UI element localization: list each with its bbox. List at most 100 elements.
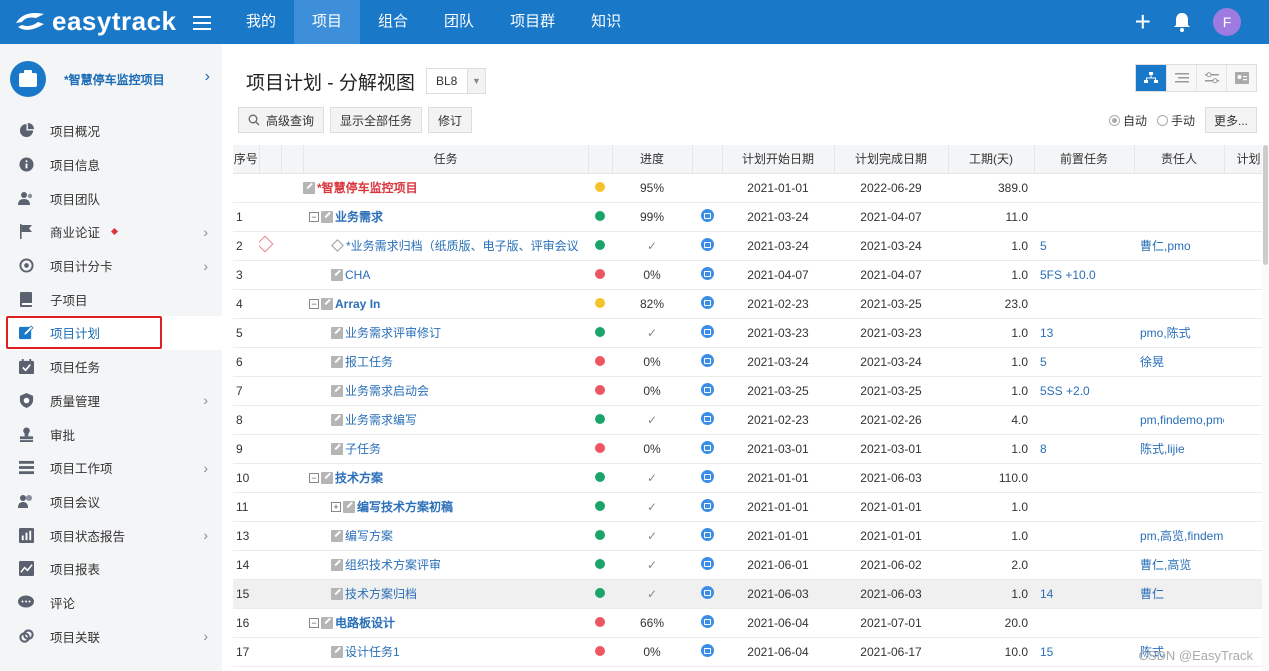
- task-name-link[interactable]: 编写技术方案初稿: [357, 498, 453, 515]
- baseline-select[interactable]: BL8 ▼: [426, 68, 486, 94]
- sidebar-item-3[interactable]: 商业论证 ›: [0, 215, 222, 249]
- col-end[interactable]: 计划完成日期: [834, 145, 949, 174]
- easytrack-logo[interactable]: easytrack: [14, 6, 177, 36]
- task-name-link[interactable]: 业务需求: [335, 208, 383, 225]
- schedule-type-icon[interactable]: [700, 614, 714, 628]
- predecessor-link[interactable]: [1034, 521, 1134, 551]
- col-progress[interactable]: 进度: [612, 145, 693, 174]
- table-row[interactable]: 1 − 业务需求 99% 2021-03-24 2021-04-07 11.0: [233, 202, 1269, 232]
- advanced-query-button[interactable]: 高级查询: [238, 107, 325, 133]
- sidebar-item-14[interactable]: 评论: [0, 586, 222, 620]
- schedule-type-icon[interactable]: [700, 643, 714, 657]
- sidebar-item-15[interactable]: 项目关联 ›: [0, 619, 222, 653]
- predecessor-link[interactable]: 5: [1034, 347, 1134, 377]
- owner-link[interactable]: [1134, 492, 1224, 522]
- collapse-icon[interactable]: −: [309, 211, 319, 222]
- predecessor-link[interactable]: [1034, 463, 1134, 493]
- sidebar-item-4[interactable]: 项目计分卡 ›: [0, 249, 222, 283]
- auto-radio[interactable]: 自动: [1108, 112, 1147, 129]
- task-cell[interactable]: 报工任务: [303, 347, 588, 377]
- user-avatar[interactable]: F: [1213, 8, 1241, 36]
- schedule-type-icon[interactable]: [700, 208, 714, 222]
- gantt-view-button[interactable]: [1196, 65, 1226, 91]
- task-cell[interactable]: − Array In: [303, 289, 588, 319]
- nav-item-0[interactable]: 我的: [228, 0, 294, 44]
- sidebar-item-0[interactable]: 项目概况: [0, 114, 222, 148]
- task-cell[interactable]: 组织技术方案评审: [303, 550, 588, 580]
- predecessor-link[interactable]: 14: [1034, 579, 1134, 609]
- task-cell[interactable]: − 业务需求: [303, 202, 588, 232]
- predecessor-link[interactable]: 13: [1034, 318, 1134, 348]
- list-view-button[interactable]: [1166, 65, 1196, 91]
- owner-link[interactable]: pm,高览,findemo: [1134, 521, 1224, 551]
- nav-item-2[interactable]: 组合: [360, 0, 426, 44]
- task-name-link[interactable]: 技术方案归档: [345, 585, 417, 602]
- collapse-icon[interactable]: −: [309, 617, 319, 628]
- task-name-link[interactable]: 业务需求编写: [345, 411, 417, 428]
- col-pred[interactable]: 前置任务: [1034, 145, 1135, 174]
- sidebar-item-10[interactable]: 项目工作项 ›: [0, 451, 222, 485]
- table-row[interactable]: 5 业务需求评审修订 ✓ 2021-03-23 2021-03-23 1.0 13 pmo,陈…: [233, 318, 1269, 348]
- owner-link[interactable]: [1134, 608, 1224, 638]
- predecessor-link[interactable]: 5: [1034, 231, 1134, 261]
- schedule-type-icon[interactable]: [700, 469, 714, 483]
- task-cell[interactable]: 设计任务1: [303, 637, 588, 667]
- table-row[interactable]: 10 − 技术方案 ✓ 2021-01-01 2021-06-03 110.0: [233, 463, 1269, 493]
- task-cell[interactable]: − 技术方案: [303, 463, 588, 493]
- task-name-link[interactable]: 业务需求评审修订: [345, 324, 441, 341]
- schedule-type-icon[interactable]: [700, 498, 714, 512]
- schedule-type-icon[interactable]: [700, 382, 714, 396]
- revise-button[interactable]: 修订: [428, 107, 473, 133]
- task-name-link[interactable]: 报工任务: [345, 353, 393, 370]
- schedule-type-icon[interactable]: [700, 585, 714, 599]
- task-cell[interactable]: 编写方案: [303, 521, 588, 551]
- task-name-link[interactable]: Array In: [335, 297, 380, 311]
- task-cell[interactable]: 业务需求编写: [303, 405, 588, 435]
- project-header[interactable]: *智慧停车监控项目 ›: [0, 44, 222, 114]
- collapse-icon[interactable]: −: [309, 298, 319, 309]
- predecessor-link[interactable]: [1034, 550, 1134, 580]
- table-row[interactable]: 2 *业务需求归档（纸质版、电子版、评审会议 ✓ 2021-03-24 2021-03-…: [233, 231, 1269, 261]
- card-view-button[interactable]: [1226, 65, 1256, 91]
- owner-link[interactable]: [1134, 260, 1224, 290]
- col-start[interactable]: 计划开始日期: [722, 145, 835, 174]
- task-name-link[interactable]: 技术方案: [335, 469, 383, 486]
- col-task[interactable]: 任务: [303, 145, 589, 174]
- chevron-right-icon[interactable]: ›: [205, 68, 210, 86]
- table-row[interactable]: 8 业务需求编写 ✓ 2021-02-23 2021-02-26 4.0 pm,findem…: [233, 405, 1269, 435]
- owner-link[interactable]: [1134, 173, 1224, 203]
- task-cell[interactable]: 业务需求启动会: [303, 376, 588, 406]
- table-row[interactable]: *智慧停车监控项目 95% 2021-01-01 2022-06-29 389.0: [233, 173, 1269, 203]
- task-cell[interactable]: + 编写技术方案初稿: [303, 492, 588, 522]
- bell-icon[interactable]: [1173, 12, 1191, 32]
- schedule-type-icon[interactable]: [700, 440, 714, 454]
- sidebar-item-1[interactable]: 项目信息: [0, 148, 222, 182]
- menu-toggle-icon[interactable]: [193, 12, 211, 32]
- task-name-link[interactable]: *智慧停车监控项目: [317, 179, 418, 196]
- task-cell[interactable]: 技术方案归档: [303, 579, 588, 609]
- schedule-type-icon[interactable]: [700, 556, 714, 570]
- sidebar-item-12[interactable]: 项目状态报告 ›: [0, 518, 222, 552]
- plus-icon[interactable]: +: [1135, 8, 1151, 36]
- table-row[interactable]: 13 编写方案 ✓ 2021-01-01 2021-01-01 1.0 pm,高览,find…: [233, 521, 1269, 551]
- table-row[interactable]: 16 − 电路板设计 66% 2021-06-04 2021-07-01 20.0: [233, 608, 1269, 638]
- task-cell[interactable]: *智慧停车监控项目: [303, 173, 588, 203]
- owner-link[interactable]: 曹仁,pmo: [1134, 231, 1224, 261]
- owner-link[interactable]: 徐晃: [1134, 347, 1224, 377]
- task-cell[interactable]: 业务需求评审修订: [303, 318, 588, 348]
- collapse-icon[interactable]: −: [309, 472, 319, 483]
- schedule-type-icon[interactable]: [700, 411, 714, 425]
- table-row[interactable]: 7 业务需求启动会 0% 2021-03-25 2021-03-25 1.0 5SS +2.…: [233, 376, 1269, 406]
- schedule-type-icon[interactable]: [700, 527, 714, 541]
- task-cell[interactable]: CHA: [303, 260, 588, 290]
- sidebar-item-13[interactable]: 项目报表: [0, 552, 222, 586]
- predecessor-link[interactable]: 15: [1034, 637, 1134, 667]
- owner-link[interactable]: [1134, 289, 1224, 319]
- task-name-link[interactable]: 电路板设计: [335, 614, 395, 631]
- sidebar-item-2[interactable]: 项目团队: [0, 181, 222, 215]
- sidebar-item-6[interactable]: 项目计划: [0, 316, 222, 350]
- grid-scrollbar[interactable]: [1262, 145, 1269, 671]
- wbs-view-button[interactable]: [1136, 65, 1166, 91]
- schedule-type-icon[interactable]: [700, 353, 714, 367]
- task-cell[interactable]: *业务需求归档（纸质版、电子版、评审会议: [303, 231, 588, 261]
